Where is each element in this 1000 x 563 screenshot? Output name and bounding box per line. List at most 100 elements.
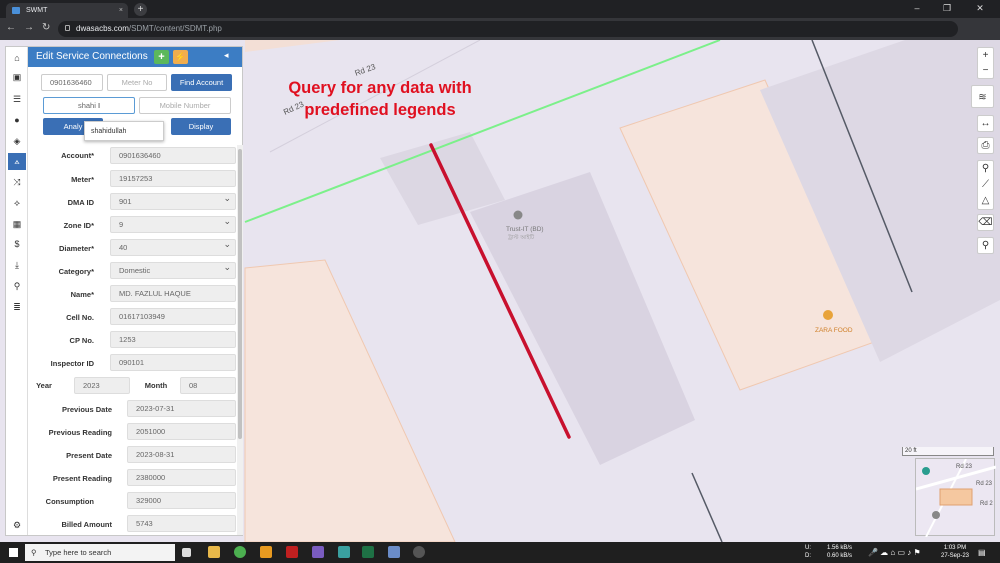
sublime-icon[interactable] (260, 546, 272, 558)
scrollbar-thumb[interactable] (238, 149, 242, 439)
account-field[interactable]: 0901636460 (110, 147, 236, 164)
name-search-input[interactable]: shahi I (43, 97, 135, 114)
poi-marker-icon[interactable] (513, 210, 523, 220)
measure-button[interactable]: ↔ (977, 115, 994, 132)
mobile-number-input[interactable]: Mobile Number (139, 97, 231, 114)
water-drop-icon[interactable]: ● (8, 112, 26, 129)
panel-scrollbar[interactable] (237, 145, 243, 535)
cell-no-field[interactable]: 01617103949 (110, 308, 236, 325)
notifications-icon[interactable]: ▤ (978, 548, 986, 557)
new-tab-button[interactable]: + (134, 3, 147, 16)
restaurant-marker-icon[interactable] (823, 310, 833, 320)
scale-bar: 20 ft (902, 447, 994, 456)
forward-icon[interactable]: → (24, 22, 34, 33)
filters-icon[interactable]: ☰ (8, 91, 26, 108)
map-pin-icon[interactable]: ⚲ (8, 278, 26, 295)
meter-no-input[interactable]: Meter No (107, 74, 167, 91)
display-button[interactable]: Display (171, 118, 231, 135)
minimap-marker-icon (932, 511, 940, 519)
close-window-button[interactable]: ✕ (968, 0, 992, 18)
url-host: dwasacbs.com (76, 24, 129, 33)
taskbar-search-input[interactable]: ⚲ Type here to search (25, 544, 175, 561)
valve-icon[interactable]: ⟡ (8, 195, 26, 212)
month-field[interactable]: 08 (180, 377, 236, 394)
close-tab-icon[interactable]: × (119, 3, 123, 18)
erase-button[interactable]: ⌫ (977, 214, 994, 231)
app-icon[interactable] (338, 546, 350, 558)
url-input[interactable]: dwasacbs.com/SDMT/content/SDMT.php (58, 21, 958, 37)
clock-time[interactable]: 1:03 PM (940, 545, 970, 551)
back-icon[interactable]: ← (6, 22, 16, 33)
print-button[interactable]: ⎙ (977, 137, 994, 154)
cube-icon[interactable]: ◈ (8, 133, 26, 150)
find-account-button[interactable]: Find Account (171, 74, 232, 91)
zoom-out-button[interactable]: − (978, 63, 993, 78)
meter-field[interactable]: 19157253 (110, 170, 236, 187)
network-down-label: D: (805, 553, 811, 559)
field-label: Cell No. (66, 313, 94, 322)
file-explorer-icon[interactable] (208, 546, 220, 558)
windows-start-icon[interactable] (9, 548, 18, 557)
download-icon[interactable]: ⤓ (8, 257, 26, 274)
building-shape (245, 40, 340, 52)
app-icon[interactable] (388, 546, 400, 558)
diameter-select[interactable]: 40 (110, 237, 236, 256)
headline-line-1: Query for any data with (288, 79, 472, 97)
layers-icon: ≋ (978, 92, 987, 103)
contact-card-icon[interactable]: ▣ (8, 69, 26, 86)
minimize-window-button[interactable]: – (905, 0, 929, 18)
excel-icon[interactable] (362, 546, 374, 558)
building-icon[interactable]: ▦ (8, 216, 26, 233)
shuffle-icon[interactable]: ⤨ (8, 174, 26, 191)
search-map-button[interactable]: ⚲ (977, 237, 994, 254)
field-label: Billed Amount (61, 520, 112, 529)
dollar-icon[interactable]: $ (8, 236, 26, 253)
browser-tab-bar: SWMT × + – ❐ ✕ (0, 0, 1000, 18)
browser-tab[interactable]: SWMT × (6, 3, 128, 18)
zoom-in-button[interactable]: + (978, 48, 993, 63)
present-reading-field[interactable]: 2380000 (127, 469, 236, 486)
lightning-button[interactable]: ⚡ (173, 50, 188, 64)
app-icon[interactable] (413, 546, 425, 558)
collapse-button[interactable]: ◂ (224, 50, 229, 61)
name-field[interactable]: MD. FAZLUL HAQUE (110, 285, 236, 302)
inspector-id-field[interactable]: 090101 (110, 354, 236, 371)
reload-icon[interactable]: ↻ (42, 22, 50, 33)
task-view-icon[interactable] (182, 548, 191, 557)
marker-icon[interactable]: ⚲ (978, 161, 993, 177)
address-bar-row: ← → ↻ dwasacbs.com/SDMT/content/SDMT.php (0, 18, 1000, 51)
previous-date-field[interactable]: 2023-07-31 (127, 400, 236, 417)
favicon-icon (12, 7, 20, 14)
home-icon[interactable]: ⌂ (8, 50, 26, 67)
network-up-label: U: (805, 545, 811, 551)
service-connection-icon[interactable]: ⟑ (8, 153, 26, 170)
zone-id-select[interactable]: 9 (110, 214, 236, 233)
billed-amount-field[interactable]: 5743 (127, 515, 236, 532)
previous-reading-field[interactable]: 2051000 (127, 423, 236, 440)
search-icon: ⚲ (31, 548, 37, 557)
field-label: Diameter* (58, 244, 94, 253)
polyline-icon[interactable]: ⟋ (978, 177, 993, 193)
annotation-headline: Query for any data with predefined legen… (260, 77, 500, 121)
gear-icon[interactable]: ⚙ (8, 517, 26, 534)
lightning-icon: ⚡ (174, 52, 187, 62)
polygon-icon[interactable]: △ (978, 193, 993, 209)
cp-no-field[interactable]: 1253 (110, 331, 236, 348)
filezilla-icon[interactable] (286, 546, 298, 558)
maximize-window-button[interactable]: ❐ (935, 0, 959, 18)
category-select[interactable]: Domestic (110, 260, 236, 279)
minimap[interactable]: Rd 23 Rd 23 Rd 2 (915, 458, 997, 538)
print-icon: ⎙ (981, 140, 990, 151)
chrome-icon[interactable] (234, 546, 246, 558)
consumption-field[interactable]: 329000 (127, 492, 236, 509)
layers-button[interactable]: ≋ (971, 85, 994, 108)
add-button[interactable]: + (154, 50, 169, 64)
dma-id-select[interactable]: 901 (110, 191, 236, 210)
autocomplete-suggestion[interactable]: shahidullah (84, 121, 164, 141)
year-field[interactable]: 2023 (74, 377, 130, 394)
app-icon[interactable] (312, 546, 324, 558)
clock-date[interactable]: 27-Sep-23 (940, 553, 970, 559)
account-search-input[interactable]: 0901636460 (41, 74, 103, 91)
present-date-field[interactable]: 2023-08-31 (127, 446, 236, 463)
list-icon[interactable]: ≣ (8, 299, 26, 316)
